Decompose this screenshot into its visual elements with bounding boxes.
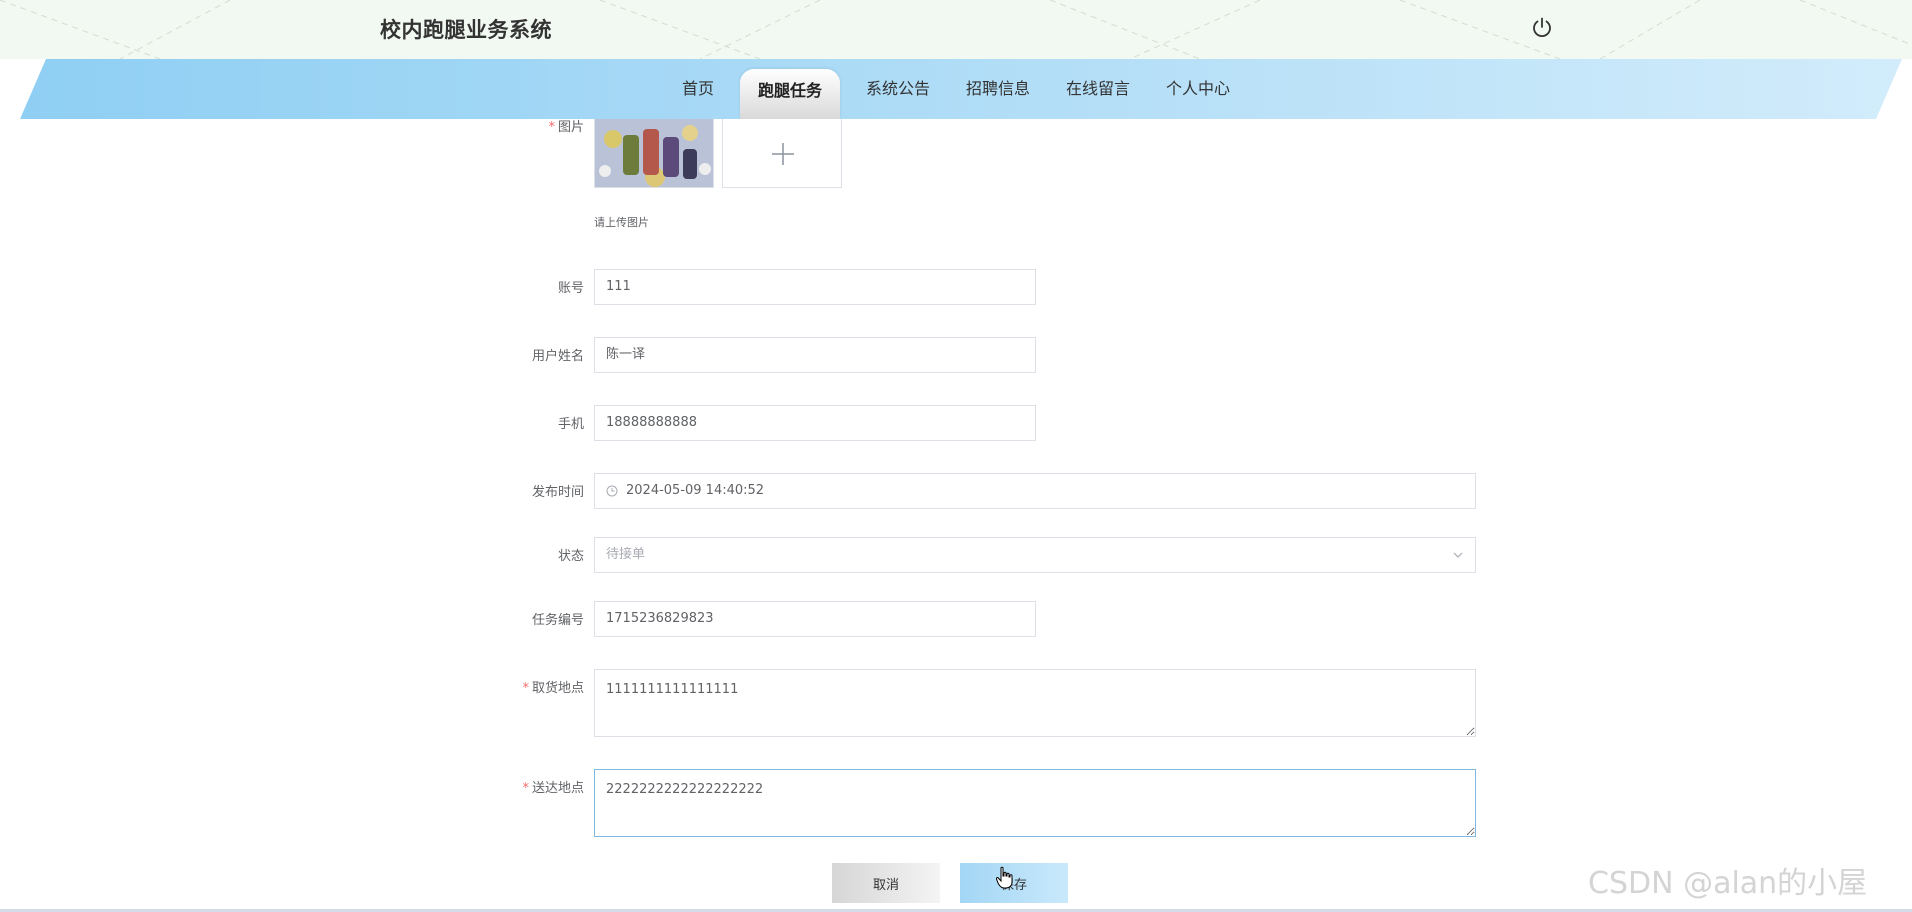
- pickup-label: * 取货地点: [522, 681, 584, 696]
- account-input[interactable]: 111: [594, 269, 1036, 305]
- required-mark: *: [522, 781, 529, 796]
- upload-hint: 请上传图片: [594, 216, 649, 229]
- nav-item-errand-tasks[interactable]: 跑腿任务: [739, 69, 840, 119]
- nav-item-announcements[interactable]: 系统公告: [848, 59, 948, 119]
- product-photo: [595, 119, 713, 187]
- task-number-input[interactable]: 1715236829823: [594, 601, 1036, 637]
- status-select[interactable]: 待接单: [594, 537, 1476, 573]
- publish-time-picker[interactable]: 2024-05-09 14:40:52: [594, 473, 1476, 509]
- image-label: * 图片: [548, 120, 584, 135]
- site-title: 校内跑腿业务系统: [380, 18, 552, 42]
- nav-item-home[interactable]: 首页: [664, 59, 732, 119]
- chevron-down-icon: [1453, 552, 1463, 558]
- publish-time-value: 2024-05-09 14:40:52: [626, 483, 765, 498]
- delivery-label: * 送达地点: [522, 781, 584, 796]
- account-label: 账号: [557, 281, 584, 296]
- delivery-textarea[interactable]: 2222222222222222222: [594, 769, 1476, 837]
- phone-label: 手机: [557, 417, 584, 432]
- nav-item-profile[interactable]: 个人中心: [1148, 59, 1248, 119]
- required-mark: *: [548, 120, 555, 135]
- main-nav: 首页 跑腿任务 系统公告 招聘信息 在线留言 个人中心: [0, 59, 1912, 119]
- username-input[interactable]: 陈一译: [594, 337, 1036, 373]
- nav-item-messages[interactable]: 在线留言: [1048, 59, 1148, 119]
- clock-icon: [606, 485, 618, 496]
- top-header: 校内跑腿业务系统: [0, 0, 1912, 59]
- status-value: 待接单: [606, 547, 646, 562]
- phone-input[interactable]: 18888888888: [594, 405, 1036, 441]
- uploaded-image-thumbnail[interactable]: [594, 119, 714, 188]
- status-label: 状态: [557, 549, 584, 564]
- task-number-label: 任务编号: [531, 613, 584, 628]
- publish-time-label: 发布时间: [531, 485, 584, 500]
- save-button[interactable]: 保存: [960, 863, 1068, 903]
- nav-item-recruitment[interactable]: 招聘信息: [948, 59, 1048, 119]
- plus-icon: [772, 143, 794, 165]
- watermark: CSDN @alan的小屋: [1588, 866, 1868, 901]
- username-label: 用户姓名: [531, 349, 584, 364]
- required-mark: *: [522, 681, 529, 696]
- pickup-textarea[interactable]: 1111111111111111: [594, 669, 1476, 737]
- header-background-pattern: [0, 0, 1912, 59]
- image-upload-button[interactable]: [722, 119, 842, 188]
- power-icon[interactable]: [1530, 16, 1554, 40]
- hand-cursor-icon: [996, 866, 1013, 889]
- cancel-button[interactable]: 取消: [832, 863, 940, 903]
